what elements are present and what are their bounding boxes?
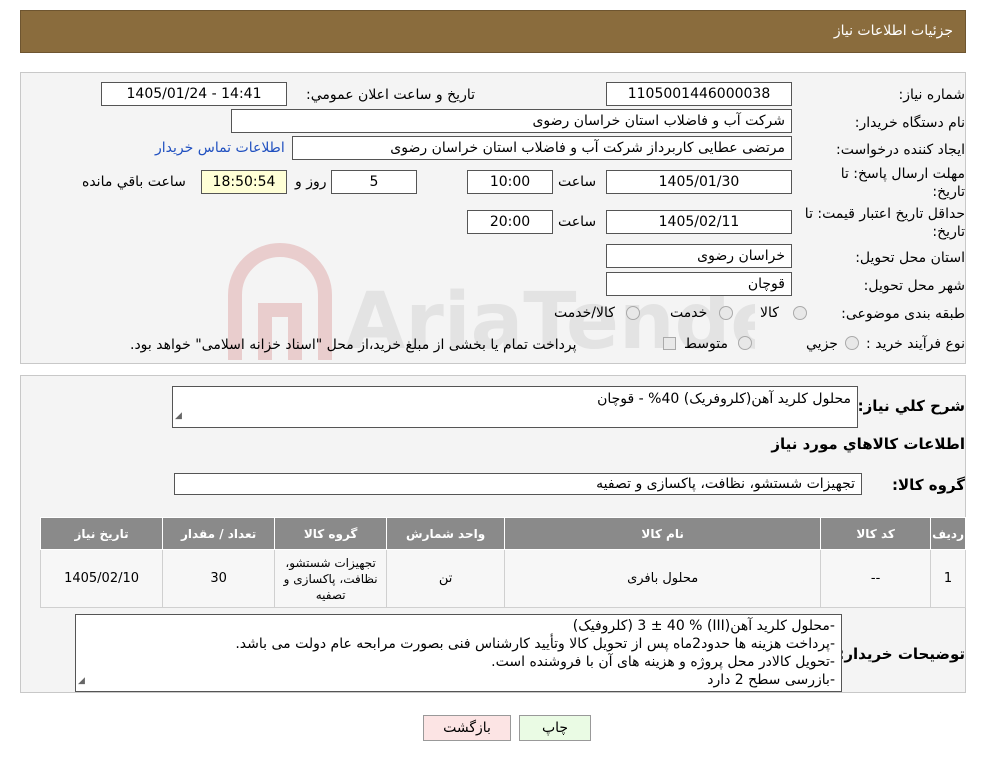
col-row: ردیف [930,517,966,550]
notes-line-3: -تحویل کالادر محل پروژه و هزینه های آن ب… [491,654,835,670]
deadline-time-field: 10:00 [467,170,553,194]
back-button[interactable]: بازگشت [423,715,511,741]
description-field: محلول کلرید آهن(کلروفریک) 40% - قوچان ◢ [172,386,858,428]
days-label: روز و [295,174,327,190]
need-number-field: 1105001446000038 [606,82,792,106]
resize-handle-icon[interactable]: ◢ [78,672,85,690]
process-note: پرداخت تمام یا بخشی از مبلغ خرید،از محل … [130,337,577,353]
category-goods-radio[interactable] [793,306,807,320]
buyer-org-label: نام دستگاه خریدار: [854,115,965,131]
process-small-label: جزیي [806,336,838,352]
validity-date-field: 1405/02/11 [606,210,792,234]
category-goods-label: کالا [760,305,779,321]
announce-label: تاریخ و ساعت اعلان عمومي: [306,87,475,103]
category-both-radio[interactable] [626,306,640,320]
resize-handle-icon[interactable]: ◢ [175,406,182,426]
buyer-contact-link[interactable]: اطلاعات تماس خریدار [155,140,285,156]
cell-unit: تن [386,549,506,608]
deadline-label: مهلت ارسال پاسخ: تا [840,166,965,182]
description-label: شرح کلي نیاز: [857,397,965,415]
validity-time-field: 20:00 [467,210,553,234]
col-group: گروه کالا [274,517,388,550]
notes-label: توضیحات خریدار: [838,645,965,663]
col-qty: تعداد / مقدار [162,517,276,550]
items-title: اطلاعات کالاهاي مورد نیاز [771,435,965,453]
validity-label: حداقل تاریخ اعتبار قیمت: تا [804,206,965,222]
table-row: 1 -- محلول بافری تن تجهیزات شستشو، نظافت… [39,549,966,608]
deadline-time-label: ساعت [558,174,597,190]
notes-line-4: -بازرسی سطح 2 دارد [707,672,835,688]
remaining-days-field: 5 [331,170,417,194]
group-label: گروه کالا: [892,476,965,494]
notes-line-1: -محلول کلرید آهن(III) % 3 ± 40 (کلروفیک) [572,618,835,634]
process-medium-label: متوسط [684,336,728,352]
table-header-row: ردیف کد کالا نام کالا واحد شمارش گروه کا… [39,517,966,550]
creator-field: مرتضی عطایی کاربرداز شرکت آب و فاضلاب اس… [292,136,792,160]
category-both-label: کالا/خدمت [554,305,615,321]
cell-date: 1405/02/10 [39,549,164,608]
print-button[interactable]: چاپ [519,715,591,741]
remaining-label: ساعت باقي مانده [82,174,186,190]
col-code: کد کالا [820,517,932,550]
col-name: نام کالا [504,517,822,550]
col-unit: واحد شمارش [386,517,506,550]
cell-name: محلول بافری [504,549,822,608]
process-small-radio[interactable] [845,336,859,350]
category-service-radio[interactable] [719,306,733,320]
province-label: استان محل تحویل: [855,250,965,266]
city-field: قوچان [606,272,792,296]
cell-code: -- [820,549,932,608]
cell-qty: 30 [162,549,276,608]
group-field: تجهیزات شستشو، نظافت، پاکسازی و تصفیه [174,473,862,495]
cell-group: تجهیزات شستشو، نظافت، پاکسازی و تصفیه [274,549,388,608]
validity-label-date: تاریخ: [932,224,965,240]
city-label: شهر محل تحویل: [863,278,965,294]
validity-time-label: ساعت [558,214,597,230]
creator-label: ایجاد کننده درخواست: [836,142,965,158]
items-table: ردیف کد کالا نام کالا واحد شمارش گروه کا… [39,517,966,608]
process-label: نوع فرآیند خرید : [866,336,965,352]
treasury-checkbox[interactable] [663,337,676,350]
process-medium-radio[interactable] [738,336,752,350]
col-date: تاریخ نیاز [39,517,164,550]
deadline-label-date: تاریخ: [932,184,965,200]
description-text: محلول کلرید آهن(کلروفریک) 40% - قوچان [597,391,851,407]
notes-field: -محلول کلرید آهن(III) % 3 ± 40 (کلروفیک)… [75,614,842,692]
page-header: جزئیات اطلاعات نیاز [20,10,966,53]
category-label: طبقه بندی موضوعی: [841,306,965,322]
deadline-date-field: 1405/01/30 [606,170,792,194]
page-title: جزئیات اطلاعات نیاز [833,23,953,39]
need-number-label: شماره نیاز: [898,87,966,103]
category-service-label: خدمت [670,305,708,321]
remaining-time-field: 18:50:54 [201,170,287,194]
buyer-org-field: شرکت آب و فاضلاب استان خراسان رضوی [231,109,792,133]
announce-date-field: 1405/01/24 - 14:41 [101,82,287,106]
notes-line-2: -پرداخت هزینه ها حدود2ماه پس از تحویل کا… [235,636,835,652]
province-field: خراسان رضوی [606,244,792,268]
cell-row: 1 [930,549,966,608]
